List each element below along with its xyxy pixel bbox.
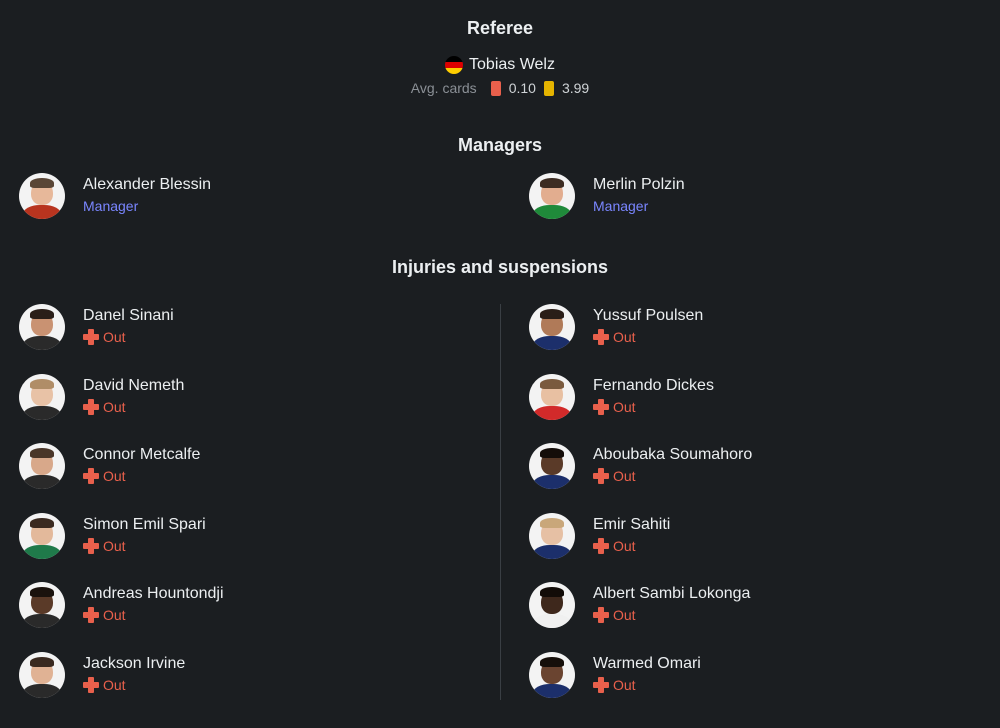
player-avatar: [529, 582, 575, 628]
player-name: Aboubaka Soumahoro: [593, 446, 753, 463]
avg-cards-label: Avg. cards: [410, 80, 477, 96]
injury-cross-icon: [593, 677, 609, 693]
player-avatar: [529, 443, 575, 489]
injury-cross-icon: [593, 399, 609, 415]
player-avatar: [19, 443, 65, 489]
injury-status: Out: [83, 396, 184, 418]
manager-name: Merlin Polzin: [593, 176, 685, 193]
manager-role: Manager: [593, 198, 649, 214]
injury-status: Out: [83, 535, 206, 557]
player-name: Simon Emil Spari: [83, 516, 206, 533]
injury-status: Out: [593, 465, 752, 487]
referee-row[interactable]: Tobias Welz: [0, 56, 1000, 74]
manager-name: Alexander Blessin: [83, 176, 212, 193]
player-avatar: [19, 304, 65, 350]
injury-cross-icon: [83, 538, 99, 554]
manager-home[interactable]: Alexander Blessin Manager: [19, 173, 211, 219]
injury-list-item[interactable]: Fernando Dickes Out: [529, 374, 969, 420]
column-divider: [500, 304, 501, 700]
injury-cross-icon: [83, 677, 99, 693]
injury-list-item[interactable]: Connor Metcalfe Out: [19, 443, 459, 489]
referee-name[interactable]: Tobias Welz: [469, 56, 555, 74]
manager-away[interactable]: Merlin Polzin Manager: [529, 173, 685, 219]
manager-role: Manager: [83, 198, 139, 214]
injury-status: Out: [83, 674, 185, 696]
injury-status: Out: [593, 326, 703, 348]
player-avatar: [19, 652, 65, 698]
injury-cross-icon: [83, 329, 99, 345]
injury-status: Out: [83, 326, 174, 348]
manager-avatar: [529, 173, 575, 219]
injury-status: Out: [83, 604, 224, 626]
injury-cross-icon: [593, 468, 609, 484]
red-card-icon: [490, 80, 501, 96]
player-name: Fernando Dickes: [593, 377, 714, 394]
player-name: Jackson Irvine: [83, 655, 186, 672]
player-avatar: [529, 304, 575, 350]
player-name: Connor Metcalfe: [83, 446, 201, 463]
injury-list-item[interactable]: Aboubaka Soumahoro Out: [529, 443, 969, 489]
injury-cross-icon: [83, 468, 99, 484]
germany-flag-icon: [445, 56, 464, 74]
red-card-avg: 0.10: [508, 80, 536, 96]
player-avatar: [19, 513, 65, 559]
player-avatar: [19, 582, 65, 628]
player-avatar: [529, 374, 575, 420]
injury-status: Out: [593, 604, 750, 626]
managers-title: Managers: [457, 135, 543, 155]
player-name: Albert Sambi Lokonga: [593, 585, 751, 602]
injury-status: Out: [593, 674, 701, 696]
injury-status: Out: [593, 535, 670, 557]
injury-cross-icon: [593, 538, 609, 554]
injury-list-item[interactable]: Andreas Hountondji Out: [19, 582, 459, 628]
injury-list-item[interactable]: David Nemeth Out: [19, 374, 459, 420]
injury-cross-icon: [83, 607, 99, 623]
injury-list-item[interactable]: Albert Sambi Lokonga Out: [529, 582, 969, 628]
injury-list-item[interactable]: Jackson Irvine Out: [19, 652, 459, 698]
injury-cross-icon: [593, 607, 609, 623]
player-avatar: [529, 652, 575, 698]
player-name: Danel Sinani: [83, 307, 174, 324]
yellow-card-icon: [543, 80, 554, 96]
player-name: Emir Sahiti: [593, 516, 671, 533]
injury-list-item[interactable]: Simon Emil Spari Out: [19, 513, 459, 559]
injury-cross-icon: [83, 399, 99, 415]
injury-status: Out: [83, 465, 200, 487]
referee-title: Referee: [466, 18, 534, 38]
injury-list-item[interactable]: Emir Sahiti Out: [529, 513, 969, 559]
injuries-title: Injuries and suspensions: [391, 257, 609, 277]
injury-cross-icon: [593, 329, 609, 345]
player-avatar: [19, 374, 65, 420]
player-name: Andreas Hountondji: [83, 585, 224, 602]
manager-avatar: [19, 173, 65, 219]
injury-list-item[interactable]: Danel Sinani Out: [19, 304, 459, 350]
injury-status: Out: [593, 396, 714, 418]
player-name: David Nemeth: [83, 377, 185, 394]
player-name: Yussuf Poulsen: [593, 307, 704, 324]
player-name: Warmed Omari: [593, 655, 701, 672]
player-avatar: [529, 513, 575, 559]
injury-list-item[interactable]: Yussuf Poulsen Out: [529, 304, 969, 350]
injury-list-item[interactable]: Warmed Omari Out: [529, 652, 969, 698]
referee-avg-cards: Avg. cards 0.10 3.99: [0, 80, 1000, 96]
yellow-card-avg: 3.99: [561, 80, 590, 96]
